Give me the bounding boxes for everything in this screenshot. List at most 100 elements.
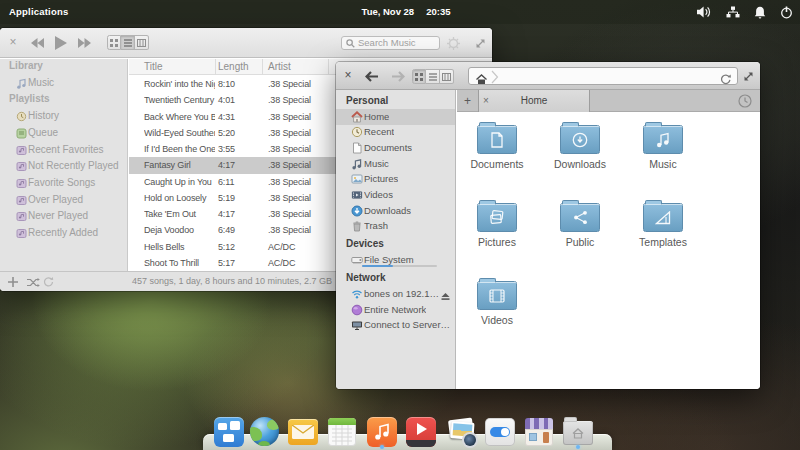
files-close-button[interactable]: × [341,62,355,89]
path-home-icon[interactable] [476,71,487,89]
folder-icon [477,203,517,232]
view-grid-button[interactable] [107,35,121,50]
folder-videos[interactable]: Videos [457,276,537,326]
folder-music[interactable]: Music [623,120,703,170]
music-sidebar-item-not-recently-played[interactable]: Not Recently Played [0,157,128,174]
song-length: 4:17 [218,206,235,222]
files-view-list-button[interactable] [426,69,440,84]
column-title[interactable]: Title [144,59,163,75]
folder-downloads[interactable]: Downloads [540,120,620,170]
song-title: Hells Bells [144,239,215,255]
column-length[interactable]: Length [218,59,249,75]
files-sidebar-item-videos[interactable]: Videos [336,187,456,203]
files-window: × PersonalHomeRecentDocumentsMusicPictur… [336,62,760,389]
back-button[interactable] [363,62,381,90]
dock-settings[interactable] [485,417,515,447]
view-list-button[interactable] [121,35,135,50]
dock-photos[interactable] [447,417,477,447]
music-sidebar-item-recently-added[interactable]: Recently Added [0,224,128,241]
song-title: Deja Voodoo [144,222,215,238]
music-search-input[interactable]: Search Music [341,36,440,50]
files-sidebar-item-home[interactable]: Home [336,109,456,125]
sidebar-item-label: Never Played [28,207,88,224]
files-sidebar-item-entire-network[interactable]: Entire Network [336,302,456,318]
volume-icon[interactable] [697,6,712,18]
files-sidebar-item-documents[interactable]: Documents [336,140,456,156]
view-column-button[interactable] [135,35,149,50]
server-icon [351,319,363,331]
music-maximize-icon[interactable] [473,28,487,58]
sidebar-item-label: Favorite Songs [28,174,95,191]
song-artist: .38 Special [268,109,311,125]
music-view-switcher [107,35,149,50]
next-button[interactable] [76,28,92,58]
music-sidebar-item-never-played[interactable]: Never Played [0,207,128,224]
play-button[interactable] [53,28,69,58]
tab-history-icon[interactable] [738,94,752,112]
dock-files[interactable] [563,417,593,447]
files-sidebar-item-bones-on-192-168-1-[interactable]: bones on 192.168.1… [336,286,456,302]
song-artist: .38 Special [268,157,311,173]
dock-appcenter[interactable] [524,417,554,447]
files-sidebar-item-connect-to-server-[interactable]: Connect to Server… [336,317,456,333]
sidebar-item-label: Entire Network [364,302,426,318]
music-sidebar-item-music[interactable]: Music [0,74,128,91]
panel-clock[interactable]: Tue, Nov 2820:35 [12,0,800,24]
folder-icon [560,203,600,232]
column-artist[interactable]: Artist [268,59,291,75]
previous-button[interactable] [29,28,45,58]
sidebar-item-label: Documents [364,140,412,156]
tab-home[interactable]: × Home [478,90,590,112]
sidebar-item-label: Home [364,109,389,125]
sidebar-item-label: Recent [364,124,394,140]
files-sidebar-item-recent[interactable]: Recent [336,124,456,140]
forward-button[interactable] [389,62,407,90]
song-title: Take 'Em Out [144,206,215,222]
files-sidebar-item-downloads[interactable]: Downloads [336,203,456,219]
sidebar-item-label: bones on 192.168.1… [364,286,442,302]
song-artist: .38 Special [268,92,311,108]
files-sidebar-item-trash[interactable]: Trash [336,218,456,234]
folder-documents[interactable]: Documents [457,120,537,170]
pictures-icon [351,173,363,185]
notifications-icon[interactable] [754,6,766,19]
sidebar-item-label: Connect to Server… [364,317,450,333]
folder-templates[interactable]: Templates [623,198,703,248]
song-length: 8:10 [218,76,235,92]
files-sidebar-item-pictures[interactable]: Pictures [336,171,456,187]
song-length: 5:12 [218,239,235,255]
music-sidebar-item-queue[interactable]: Queue [0,124,128,141]
files-sidebar-item-music[interactable]: Music [336,156,456,172]
dock-mail[interactable] [288,417,318,447]
folder-public[interactable]: Public [540,198,620,248]
files-view-column-button[interactable] [440,69,454,84]
sidebar-item-label: Videos [364,187,393,203]
song-artist: AC/DC [268,255,295,271]
dock-music[interactable] [367,417,397,447]
power-icon[interactable] [780,6,793,19]
files-sidebar-header-network: Network [336,270,456,286]
music-close-button[interactable]: × [6,28,20,57]
dock-calendar[interactable] [327,417,357,447]
music-note-dark-icon [351,158,363,170]
folder-pictures[interactable]: Pictures [457,198,537,248]
top-panel: Applications Tue, Nov 2820:35 [0,0,800,24]
equalizer-icon[interactable] [446,28,460,58]
music-sidebar-item-recent-favorites[interactable]: Recent Favorites [0,141,128,158]
dock-browser[interactable] [249,417,279,447]
music-sidebar-item-favorite-songs[interactable]: Favorite Songs [0,174,128,191]
files-maximize-icon[interactable] [741,62,755,90]
path-bar[interactable] [468,67,738,85]
panel-time: 20:35 [426,6,450,17]
music-note-icon [16,77,27,88]
files-sidebar-item-file-system[interactable]: File System [336,252,456,268]
files-view-grid-button[interactable] [412,69,426,84]
new-tab-button[interactable]: + [457,90,478,112]
network-icon[interactable] [726,6,740,18]
dock-applications[interactable] [214,417,244,447]
refresh-button[interactable] [720,71,731,89]
music-sidebar-item-over-played[interactable]: Over Played [0,191,128,208]
dock-videos[interactable] [406,417,436,447]
dock-running-indicator [576,445,580,449]
music-sidebar-item-history[interactable]: History [0,107,128,124]
